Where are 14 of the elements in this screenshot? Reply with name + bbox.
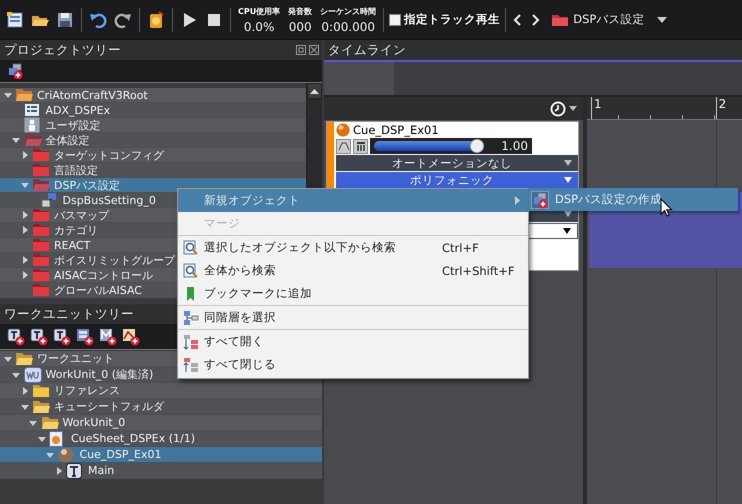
ruler-label: 2 bbox=[718, 97, 726, 111]
monitor-label: CPU使用率 bbox=[238, 6, 280, 16]
track-name: Cue_DSP_Ex01 bbox=[353, 123, 439, 137]
panel-title: ワークユニットツリー bbox=[4, 306, 134, 322]
panel-title: タイムライン bbox=[328, 42, 406, 58]
monitor-label: 発音数 bbox=[288, 6, 312, 16]
ruler-label: 1 bbox=[594, 97, 602, 111]
volume-reading: 1.00 bbox=[501, 139, 528, 153]
monitor-value: 000 bbox=[288, 20, 312, 34]
checkbox-label: 指定トラック再生 bbox=[404, 12, 500, 27]
panel-title: プロジェクトツリー bbox=[4, 42, 121, 58]
monitor-label: シーケンス時間 bbox=[320, 6, 376, 16]
monitor-value: 0:00.000 bbox=[321, 20, 376, 34]
monitor-value: 0.0% bbox=[244, 20, 274, 34]
